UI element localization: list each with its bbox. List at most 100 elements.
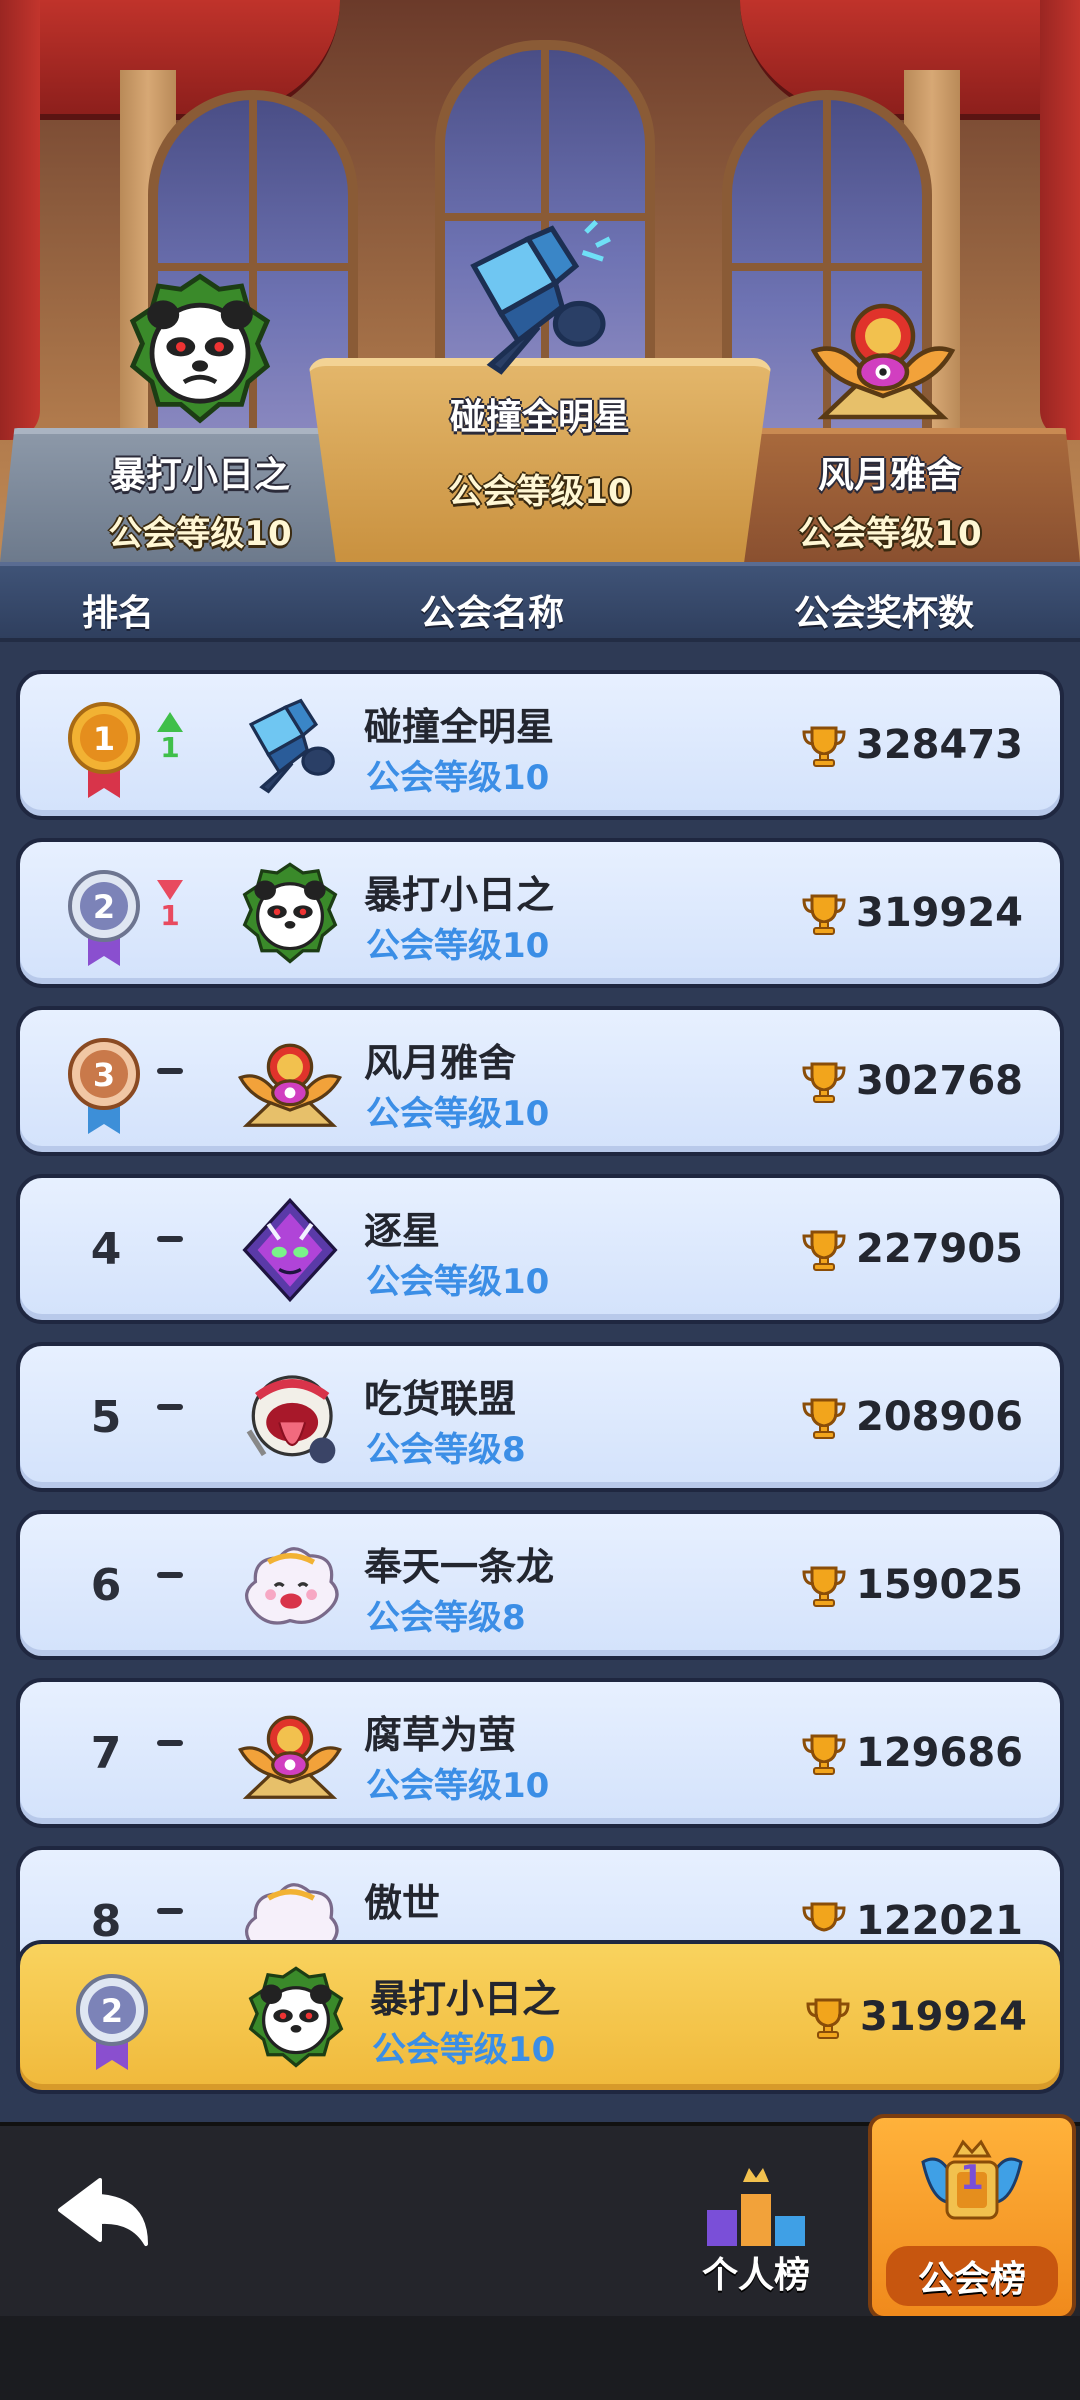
guild-ranking-list[interactable]: 1 1 碰撞全明星 公会等级10 328473 2 1 暴打小日之 公会等级10… [0,642,1080,2122]
curtain-side-right [1040,0,1080,440]
tab-personal-label: 个人榜 [701,2255,810,2296]
dash-icon [157,1236,183,1242]
rank-change-value: 1 [160,731,180,764]
guild-level: 公会等级8 [366,1430,526,1470]
panda-emblem [248,1966,344,2068]
column-guild-name: 公会名称 [420,593,565,634]
guild-name: 腐草为萤 [364,1713,517,1757]
tab-guild-badge: 1 [960,2158,984,2198]
my-guild-name: 暴打小日之 [370,1977,561,2021]
rank-number: 4 [90,1224,122,1275]
guild-name: 奉天一条龙 [364,1545,555,1589]
silver-medal-icon: 2 [76,1974,148,2070]
trophy-icon [802,1566,846,1607]
trophy-count: 122021 [856,1898,1023,1944]
column-rank: 排名 [82,593,155,634]
guild-level: 公会等级10 [366,758,550,798]
guild-name: 暴打小日之 [364,873,555,917]
rank-number: 7 [90,1728,122,1779]
podium-second-name: 暴打小日之 [109,455,290,496]
rank-number: 6 [90,1560,122,1611]
trophy-icon [802,1230,846,1271]
dash-icon [157,1908,183,1914]
rank-change-none [150,1888,190,1914]
guild-name: 傲世 [364,1881,441,1925]
table-row[interactable]: 4 逐星 公会等级10 227905 [16,1174,1064,1324]
rank-change-none [150,1720,190,1746]
table-row[interactable]: 6 奉天一条龙 公会等级8 159025 [16,1510,1064,1660]
guild-level: 公会等级8 [366,1598,526,1638]
rank-number: 5 [90,1392,122,1443]
dash-icon [157,1740,183,1746]
table-row[interactable]: 3 风月雅舍 公会等级10 302768 [16,1006,1064,1156]
podium-first-level: 公会等级10 [448,472,632,512]
golden-scarab-emblem[interactable] [808,282,958,432]
trophy-icon [802,1398,846,1439]
my-guild-level: 公会等级10 [372,2030,556,2070]
panda-emblem [242,862,338,964]
svg-text:1: 1 [93,720,115,758]
trophy-count: 302768 [856,1058,1023,1104]
guild-level: 公会等级10 [366,926,550,966]
podium-first-name: 碰撞全明星 [449,397,630,438]
gold-medal-icon: 1 [68,702,140,798]
panda-emblem[interactable] [120,270,280,430]
table-row[interactable]: 5 吃货联盟 公会等级8 208906 [16,1342,1064,1492]
podium-header: 暴打小日之 公会等级10 碰撞全明星 公会等级10 风月雅舍 公会等级10 [0,0,1080,562]
trophy-icon [802,1902,846,1932]
podium-second-level: 公会等级10 [108,514,292,554]
podium-third-name: 风月雅舍 [817,455,962,496]
guild-level: 公会等级10 [366,1766,550,1806]
rank-change-down: 1 [150,880,190,932]
guild-name: 风月雅舍 [364,1041,517,1085]
podium-third-level: 公会等级10 [798,514,982,554]
dash-icon [157,1068,183,1074]
system-nav-bar [0,2316,1080,2400]
arrow-down-icon [157,880,183,900]
my-guild-trophy-count: 319924 [860,1994,1027,2040]
rank-change-up: 1 [150,712,190,764]
bronze-medal-icon: 3 [68,1038,140,1134]
dash-icon [157,1404,183,1410]
guild-name: 吃货联盟 [364,1377,517,1421]
tab-personal-ranking[interactable]: 个人榜 [656,2126,856,2320]
guild-level: 公会等级10 [366,1094,550,1134]
bottom-bar: 个人榜 1 公会榜 [0,2114,1080,2320]
trophy-icon [802,1062,846,1103]
curtain-side-left [0,0,40,440]
svg-text:2: 2 [93,888,115,926]
guild-name: 碰撞全明星 [364,705,555,749]
trophy-count: 328473 [856,722,1023,768]
purple-dragon-emblem [242,1197,338,1303]
rank-change-none [150,1048,190,1074]
guild-level: 公会等级10 [366,1262,550,1302]
crystal-hammer-emblem [248,698,335,794]
rank-change-none [150,1384,190,1410]
my-guild-row[interactable]: 2 暴打小日之 公会等级10 319924 [16,1940,1064,2094]
golden-scarab-emblem [237,1043,343,1127]
trophy-icon [802,894,846,935]
table-row[interactable]: 1 1 碰撞全明星 公会等级10 328473 [16,670,1064,820]
dash-icon [157,1572,183,1578]
column-header: 排名 公会名称 公会奖杯数 [0,562,1080,642]
cloud-character-emblem [245,1547,339,1625]
trophy-count: 319924 [856,890,1023,936]
trophy-icon [802,1734,846,1775]
trophy-icon [806,1998,850,2039]
rank-change-none [150,1216,190,1242]
table-row[interactable]: 2 1 暴打小日之 公会等级10 319924 [16,838,1064,988]
table-row[interactable]: 7 腐草为萤 公会等级10 129686 [16,1678,1064,1828]
svg-text:3: 3 [93,1056,115,1094]
trophy-icon [802,726,846,767]
trophy-count: 227905 [856,1226,1023,1272]
column-trophies: 公会奖杯数 [794,593,975,634]
trophy-count: 159025 [856,1562,1023,1608]
tab-guild-label: 公会榜 [886,2246,1058,2306]
crystal-hammer-emblem[interactable] [450,215,620,385]
tongue-monster-emblem [246,1375,336,1464]
arrow-up-icon [157,712,183,732]
back-arrow-icon[interactable] [54,2172,154,2252]
guild-name: 逐星 [364,1209,441,1253]
tab-guild-ranking[interactable]: 1 公会榜 [868,2114,1076,2320]
silver-medal-icon: 2 [68,870,140,966]
